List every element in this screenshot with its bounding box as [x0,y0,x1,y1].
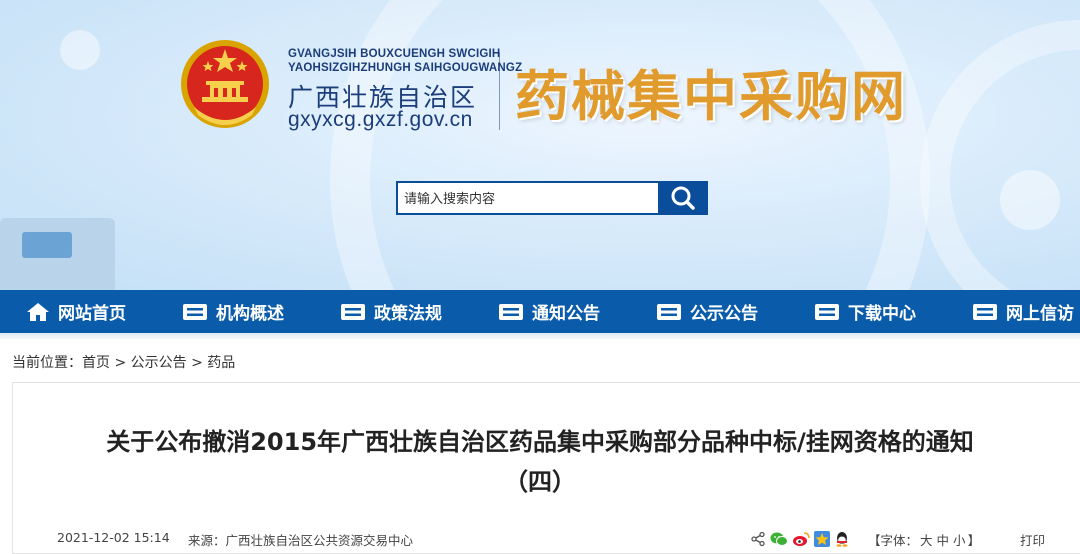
breadcrumb-link-drugs[interactable]: 药品 [207,355,235,371]
qzone-icon[interactable] [814,531,830,552]
article-title-line2: （四） [504,468,576,496]
share-icon[interactable] [750,531,766,552]
weibo-icon[interactable] [792,531,810,552]
site-url: gxyxcg.gxzf.gov.cn [288,108,473,131]
article-title: 关于公布撤消2015年广西壮族自治区药品集中采购部分品种中标/挂网资格的通知 （… [0,422,1080,502]
nav-item-label: 公示公告 [690,304,758,324]
nav-item-label: 网上信访 [1006,304,1074,324]
site-name-en-line2: YAOHSIZGIHZHUNGH SAIHGOUGWANGZ [288,62,523,74]
font-size-switcher: 【字体：大中小】 [868,530,980,549]
menu-icon [183,303,207,320]
header-divider [499,52,500,130]
share-bar [750,531,850,552]
nav-item-label: 政策法规 [374,304,442,324]
qq-icon[interactable] [834,531,850,552]
machine-illustration [0,218,115,290]
site-name-en: GVANGJSIH BOUXCUENGH SWCIGIH YAOHSIZGIHZ… [288,47,522,75]
breadcrumb: 当前位置：首页 > 公示公告 > 药品 [12,352,235,372]
banner-decoration [330,0,930,290]
site-name-en-line1: GVANGJSIH BOUXCUENGH SWCIGIH [288,48,501,60]
menu-icon [657,303,681,320]
breadcrumb-separator: > [114,355,127,371]
search-input[interactable] [396,181,666,215]
font-size-medium[interactable]: 中 [937,533,950,548]
font-size-label-close: 】 [967,533,981,548]
wechat-icon[interactable] [770,531,788,552]
banner-decoration [60,30,100,70]
menu-icon [973,303,997,320]
nav-item-notices[interactable]: 通知公告 [498,290,600,333]
nav-item-label: 下载中心 [848,304,916,324]
breadcrumb-separator: > [191,355,203,371]
banner-decoration [920,20,1080,290]
search-button[interactable] [658,181,708,215]
nav-item-home[interactable]: 网站首页 [26,290,126,333]
print-button[interactable]: 打印 [1020,530,1045,549]
search-icon [671,186,695,210]
menu-icon [499,303,523,320]
nav-item-petition[interactable]: 网上信访 [972,290,1074,333]
nav-item-publicity[interactable]: 公示公告 [656,290,758,333]
site-title: 药械集中采购网 [515,65,907,128]
article-source: 来源：广西壮族自治区公共资源交易中心 [188,533,414,548]
nav-item-label: 网站首页 [58,304,126,324]
nav-item-policy[interactable]: 政策法规 [340,290,442,333]
nav-item-label: 机构概述 [216,304,284,324]
main-nav: 网站首页 机构概述 政策法规 通知公告 公示公告 下载中心 网上信访 [0,290,1080,333]
article-title-line1: 关于公布撤消2015年广西壮族自治区药品集中采购部分品种中标/挂网资格的通知 [106,428,974,456]
breadcrumb-link-publicity[interactable]: 公示公告 [131,355,187,371]
font-size-small[interactable]: 小 [953,533,966,548]
breadcrumb-prefix: 当前位置： [12,355,82,371]
header-banner: GVANGJSIH BOUXCUENGH SWCIGIH YAOHSIZGIHZ… [0,0,1080,290]
menu-icon [815,303,839,320]
home-icon [27,302,49,321]
menu-icon [341,303,365,320]
banner-decoration [1000,170,1060,230]
breadcrumb-link-home[interactable]: 首页 [82,355,110,371]
search-bar [396,181,710,215]
nav-item-about[interactable]: 机构概述 [182,290,284,333]
font-size-label: 【字体： [868,533,919,548]
nav-shadow [0,333,1080,339]
font-size-large[interactable]: 大 [920,533,933,548]
nav-item-label: 通知公告 [532,304,600,324]
nav-item-downloads[interactable]: 下载中心 [814,290,916,333]
national-emblem-icon [181,40,269,128]
article-date: 2021-12-02 15:14 [57,530,170,545]
